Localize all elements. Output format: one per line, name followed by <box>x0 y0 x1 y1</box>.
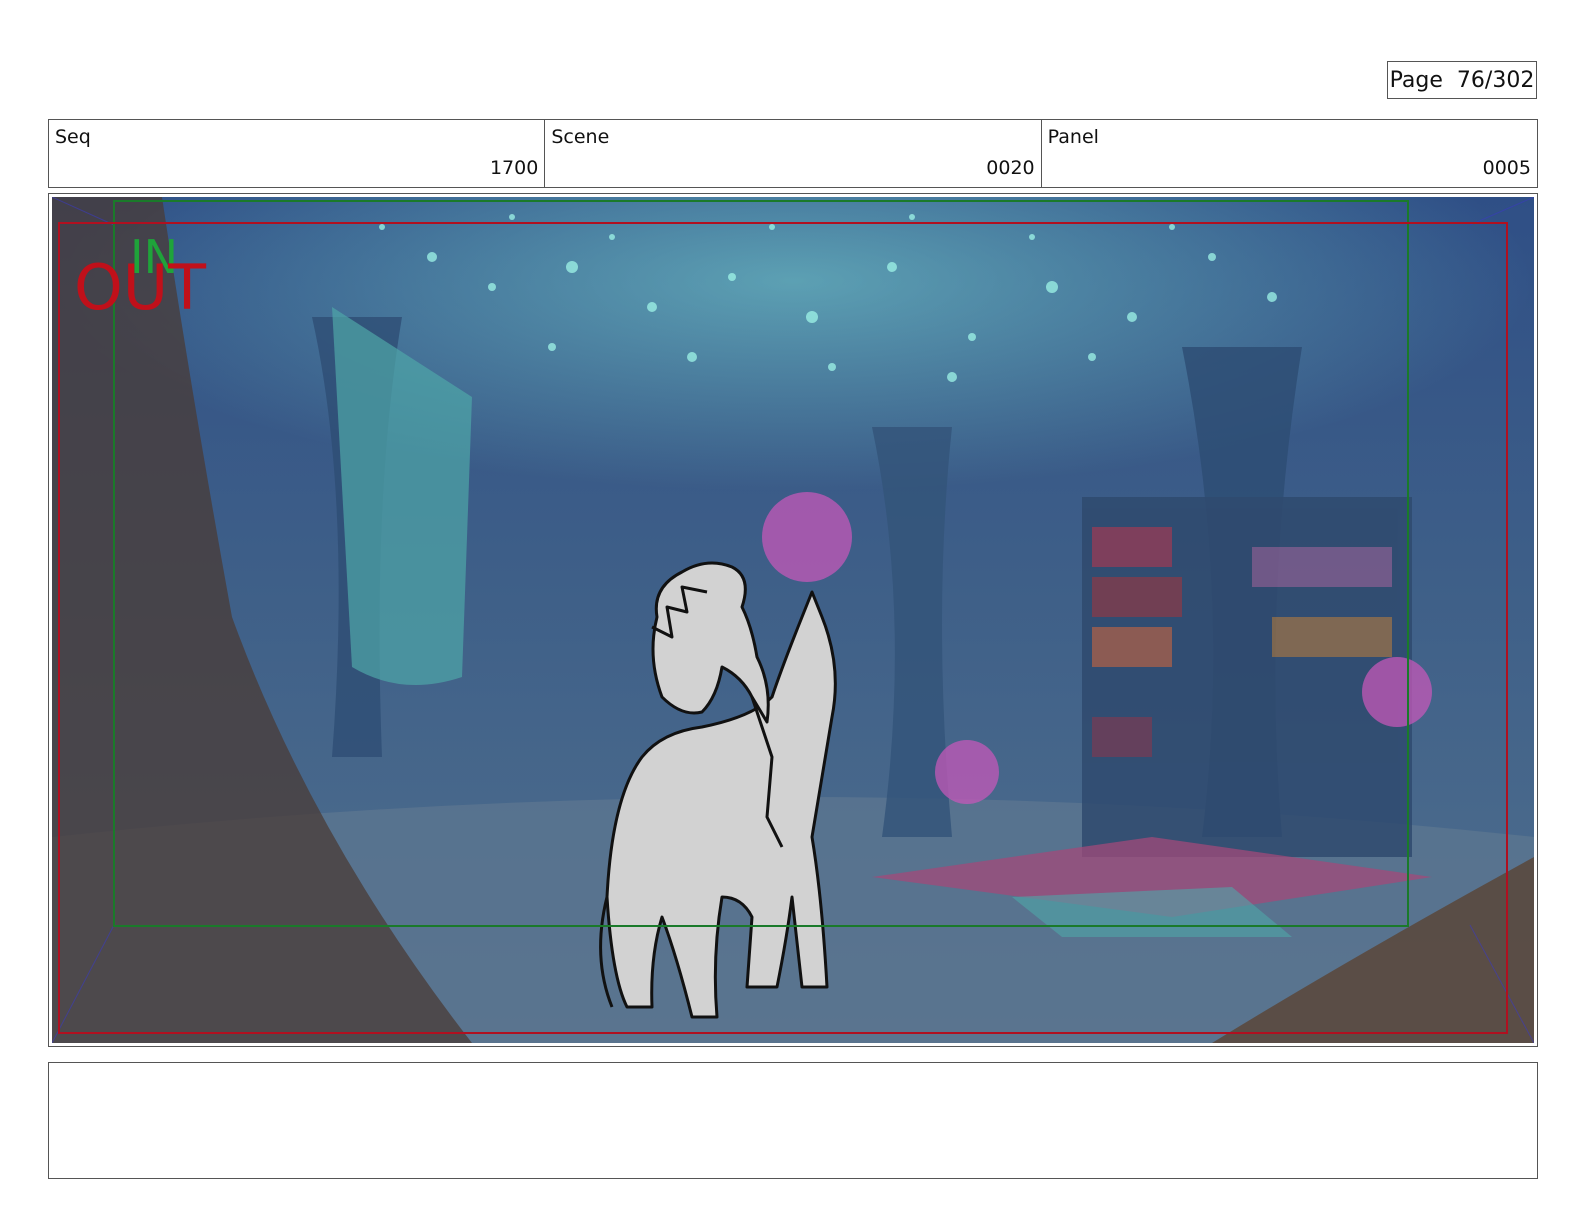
panel-label: Panel <box>1047 126 1099 148</box>
scene-label: Scene <box>551 126 610 148</box>
page-indicator: Page 76/302 <box>1387 61 1537 99</box>
seq-cell: Seq 1700 <box>49 120 546 187</box>
panel-value: 0005 <box>1482 157 1531 179</box>
bookshelf <box>1082 497 1412 857</box>
pink-flower-bush <box>762 492 852 582</box>
page-number: 76/302 <box>1456 68 1535 93</box>
seq-label: Seq <box>55 126 91 148</box>
panel-header: Seq 1700 Scene 0020 Panel 0005 <box>48 119 1538 188</box>
panel-cell: Panel 0005 <box>1042 120 1537 187</box>
storyboard-frame: IN OUT <box>52 197 1534 1043</box>
scene-cell: Scene 0020 <box>545 120 1042 187</box>
page-label: Page <box>1389 68 1443 93</box>
notes-box <box>48 1062 1538 1179</box>
out-marker: OUT <box>74 251 207 324</box>
seq-value: 1700 <box>489 157 539 179</box>
scene-value: 0020 <box>986 157 1035 179</box>
pink-flower-bush <box>935 740 999 804</box>
storyboard-drawing: IN OUT <box>52 197 1534 1043</box>
pink-flower-bush <box>1362 657 1432 727</box>
